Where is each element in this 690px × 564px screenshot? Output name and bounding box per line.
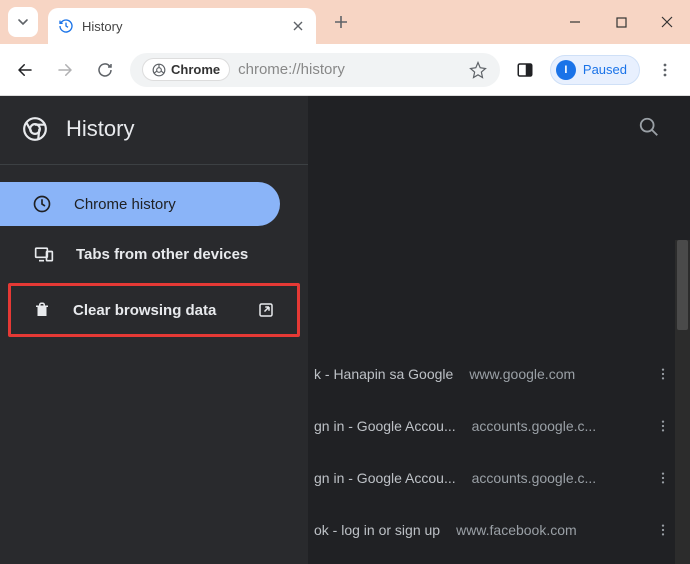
tab-title: History — [82, 19, 282, 34]
sidebar-title: History — [66, 116, 134, 142]
row-more-button[interactable] — [652, 363, 674, 385]
chrome-chip-label: Chrome — [171, 62, 220, 77]
reload-button[interactable] — [90, 55, 120, 85]
forward-button[interactable] — [50, 55, 80, 85]
history-main: k - Hanapin sa Google www.google.com gn … — [308, 96, 690, 564]
url-text: chrome://history — [238, 61, 460, 78]
history-row-domain: www.facebook.com — [456, 522, 577, 538]
tab-close-button[interactable] — [290, 18, 306, 34]
history-row[interactable]: gn in - Google Accou... accounts.google.… — [308, 400, 690, 452]
address-bar[interactable]: Chrome chrome://history — [130, 53, 500, 87]
row-more-button[interactable] — [652, 467, 674, 489]
row-more-button[interactable] — [652, 415, 674, 437]
search-button[interactable] — [638, 116, 660, 138]
browser-tab[interactable]: History — [48, 8, 316, 44]
history-row-domain: accounts.google.c... — [472, 470, 597, 486]
history-list: k - Hanapin sa Google www.google.com gn … — [308, 348, 690, 556]
minimize-button[interactable] — [552, 0, 598, 44]
divider — [0, 164, 308, 165]
sidebar-item-chrome-history[interactable]: Chrome history — [0, 182, 280, 226]
profile-status-label: Paused — [583, 62, 627, 77]
profile-button[interactable]: I Paused — [550, 55, 640, 85]
tab-strip: History — [0, 0, 690, 44]
history-icon — [58, 18, 74, 34]
tabs-dropdown-button[interactable] — [8, 7, 38, 37]
history-sidebar: History Chrome history Tabs from other d… — [0, 96, 308, 564]
history-row-title: ok - log in or sign up — [314, 522, 440, 538]
history-row-title: k - Hanapin sa Google — [314, 366, 453, 382]
kebab-menu-button[interactable] — [650, 55, 680, 85]
row-more-button[interactable] — [652, 519, 674, 541]
new-tab-button[interactable] — [326, 7, 356, 37]
trash-icon — [33, 300, 51, 320]
side-panel-button[interactable] — [510, 55, 540, 85]
devices-icon — [34, 244, 54, 264]
history-row[interactable]: gn in - Google Accou... accounts.google.… — [308, 452, 690, 504]
scrollbar[interactable] — [675, 240, 690, 564]
sidebar-item-clear-browsing-data[interactable]: Clear browsing data — [8, 283, 300, 337]
content-area: History Chrome history Tabs from other d… — [0, 96, 690, 564]
history-row-domain: accounts.google.c... — [472, 418, 597, 434]
sidebar-item-label: Clear browsing data — [73, 302, 216, 319]
history-row-domain: www.google.com — [469, 366, 575, 382]
history-row[interactable]: ok - log in or sign up www.facebook.com — [308, 504, 690, 556]
clock-icon — [32, 194, 52, 214]
history-row-title: gn in - Google Accou... — [314, 418, 456, 434]
sidebar-header: History — [0, 96, 308, 164]
history-row[interactable]: k - Hanapin sa Google www.google.com — [308, 348, 690, 400]
profile-avatar: I — [556, 60, 576, 80]
maximize-button[interactable] — [598, 0, 644, 44]
open-external-icon — [257, 301, 275, 319]
close-window-button[interactable] — [644, 0, 690, 44]
history-row-title: gn in - Google Accou... — [314, 470, 456, 486]
back-button[interactable] — [10, 55, 40, 85]
window-controls — [552, 0, 690, 44]
sidebar-item-label: Tabs from other devices — [76, 246, 248, 263]
browser-toolbar: Chrome chrome://history I Paused — [0, 44, 690, 96]
chrome-outline-icon — [22, 116, 48, 142]
bookmark-star-button[interactable] — [468, 61, 488, 79]
sidebar-item-label: Chrome history — [74, 196, 176, 213]
sidebar-item-tabs-other-devices[interactable]: Tabs from other devices — [12, 232, 296, 276]
chrome-logo-icon — [152, 63, 166, 77]
scrollbar-thumb[interactable] — [677, 240, 688, 330]
chrome-chip: Chrome — [142, 58, 230, 81]
